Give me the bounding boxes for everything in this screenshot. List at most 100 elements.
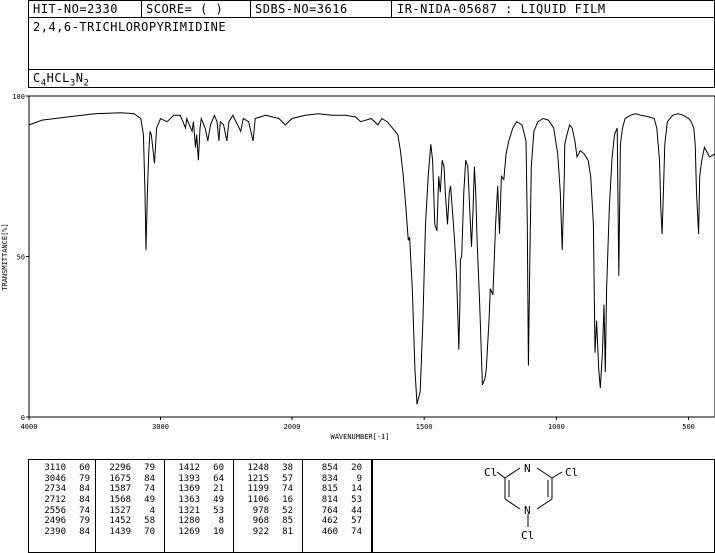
peak-transmittance: 52 [282, 505, 293, 516]
peak-transmittance: 57 [351, 516, 362, 527]
peak-transmittance: 49 [213, 495, 224, 506]
peak-wavenumber: 854 [321, 463, 338, 473]
peak-row: 3110 60 [36, 463, 90, 474]
peak-row: 968 85 [239, 516, 293, 527]
peak-transmittance: 20 [351, 463, 362, 473]
x-tick-label: 3000 [152, 423, 169, 431]
peak-wavenumber: 968 [252, 516, 269, 527]
peak-transmittance: 53 [351, 495, 362, 506]
peak-column: 1248 38 1215 57 1199 74 1106 16 978 52 968 85 922 81 [239, 463, 293, 538]
peak-column: 854 20 834 9 815 14 814 53 764 44 462 57 460 74 [308, 463, 362, 538]
peak-wavenumber: 2734 [44, 484, 66, 495]
peak-transmittance: 81 [282, 527, 293, 538]
molecule-structure: Cl N Cl N Cl [484, 462, 578, 542]
peak-row: 1215 57 [239, 474, 293, 485]
atom-cl-bottom: Cl [521, 529, 534, 542]
peak-wavenumber: 922 [252, 527, 269, 538]
ir-spectrum-chart: 0 50 100 4000 3000 2000 1500 1000 500 WAVENUMBE… [1, 93, 715, 441]
peak-transmittance: 38 [282, 463, 293, 473]
peak-transmittance: 9 [356, 473, 362, 484]
peak-transmittance: 74 [351, 527, 362, 538]
peak-transmittance: 58 [144, 516, 155, 527]
peak-row: 764 44 [308, 506, 362, 517]
peak-wavenumber: 1280 [178, 516, 200, 527]
peak-transmittance: 4 [149, 505, 155, 516]
peak-wavenumber: 1321 [178, 505, 200, 516]
peak-row: 815 14 [308, 484, 362, 495]
peak-row: 1199 74 [239, 484, 293, 495]
peak-col-sep-3 [233, 460, 234, 552]
peak-row: 1248 38 [239, 463, 293, 474]
peak-row: 1568 49 [101, 495, 155, 506]
peak-row: 854 20 [308, 463, 362, 474]
x-tick-label: 2000 [284, 423, 301, 431]
peak-row: 1280 8 [170, 516, 224, 527]
peak-row: 1393 64 [170, 474, 224, 485]
x-tick-label: 500 [682, 423, 695, 431]
peak-wavenumber: 815 [321, 484, 338, 495]
peak-transmittance: 74 [144, 484, 155, 495]
peak-wavenumber: 1393 [178, 473, 200, 484]
peak-column: 1412 60 1393 64 1369 21 1363 49 1321 53 1280 8 1269 1… [170, 463, 224, 538]
peak-transmittance: 16 [282, 495, 293, 506]
peak-transmittance: 21 [213, 484, 224, 495]
peak-row: 1587 74 [101, 484, 155, 495]
peak-wavenumber: 1199 [247, 484, 269, 495]
peak-transmittance: 53 [213, 505, 224, 516]
peak-wavenumber: 1248 [247, 463, 269, 473]
peak-row: 1363 49 [170, 495, 224, 506]
peak-row: 814 53 [308, 495, 362, 506]
peak-transmittance: 84 [79, 495, 90, 506]
plot-frame [28, 95, 715, 418]
peak-row: 922 81 [239, 527, 293, 538]
peak-transmittance: 44 [351, 505, 362, 516]
y-axis-label: TRANSMITTANCE[%] [1, 223, 9, 290]
peak-transmittance: 79 [79, 473, 90, 484]
peak-transmittance: 79 [79, 516, 90, 527]
peak-transmittance: 57 [282, 473, 293, 484]
peak-transmittance: 49 [144, 495, 155, 506]
peak-row: 1321 53 [170, 506, 224, 517]
peak-transmittance: 85 [282, 516, 293, 527]
peak-wavenumber: 3046 [44, 473, 66, 484]
peak-wavenumber: 1363 [178, 495, 200, 506]
peak-row: 2734 84 [36, 484, 90, 495]
atom-n-bottom: N [524, 504, 531, 517]
peak-row: 2556 74 [36, 506, 90, 517]
peak-col-sep-2 [164, 460, 165, 552]
peak-transmittance: 14 [351, 484, 362, 495]
peak-wavenumber: 2296 [109, 463, 131, 473]
peak-transmittance: 10 [213, 527, 224, 538]
peak-wavenumber: 834 [321, 473, 338, 484]
peak-wavenumber: 978 [252, 505, 269, 516]
peak-row: 2390 84 [36, 527, 90, 538]
peak-wavenumber: 3110 [44, 463, 66, 473]
peak-column: 2296 79 1675 84 1587 74 1568 49 1527 4 1452 58 1439 7… [101, 463, 155, 538]
peak-transmittance: 64 [213, 473, 224, 484]
atom-cl-left: Cl [484, 466, 497, 479]
peak-row: 2712 84 [36, 495, 90, 506]
peak-wavenumber: 1412 [178, 463, 200, 473]
x-tick-label: 1500 [416, 423, 433, 431]
peak-column: 3110 60 3046 79 2734 84 2712 84 2556 74 2496 79 2390… [36, 463, 90, 538]
atom-n-top: N [524, 462, 531, 475]
peak-transmittance: 74 [282, 484, 293, 495]
peak-wavenumber: 2390 [44, 527, 66, 538]
peak-transmittance: 84 [79, 484, 90, 495]
peak-wavenumber: 2556 [44, 505, 66, 516]
peak-transmittance: 70 [144, 527, 155, 538]
peak-wavenumber: 1675 [109, 473, 131, 484]
atom-cl-right: Cl [565, 466, 578, 479]
peak-col-sep-4 [302, 460, 303, 552]
peak-transmittance: 60 [213, 463, 224, 473]
peak-wavenumber: 462 [321, 516, 338, 527]
peak-row: 1269 10 [170, 527, 224, 538]
peak-wavenumber: 1568 [109, 495, 131, 506]
y-tick-label: 100 [12, 93, 25, 101]
peak-transmittance: 74 [79, 505, 90, 516]
peak-wavenumber: 1439 [109, 527, 131, 538]
peak-row: 462 57 [308, 516, 362, 527]
peak-wavenumber: 1106 [247, 495, 269, 506]
spectrum-line [28, 112, 715, 405]
peak-wavenumber: 1215 [247, 473, 269, 484]
